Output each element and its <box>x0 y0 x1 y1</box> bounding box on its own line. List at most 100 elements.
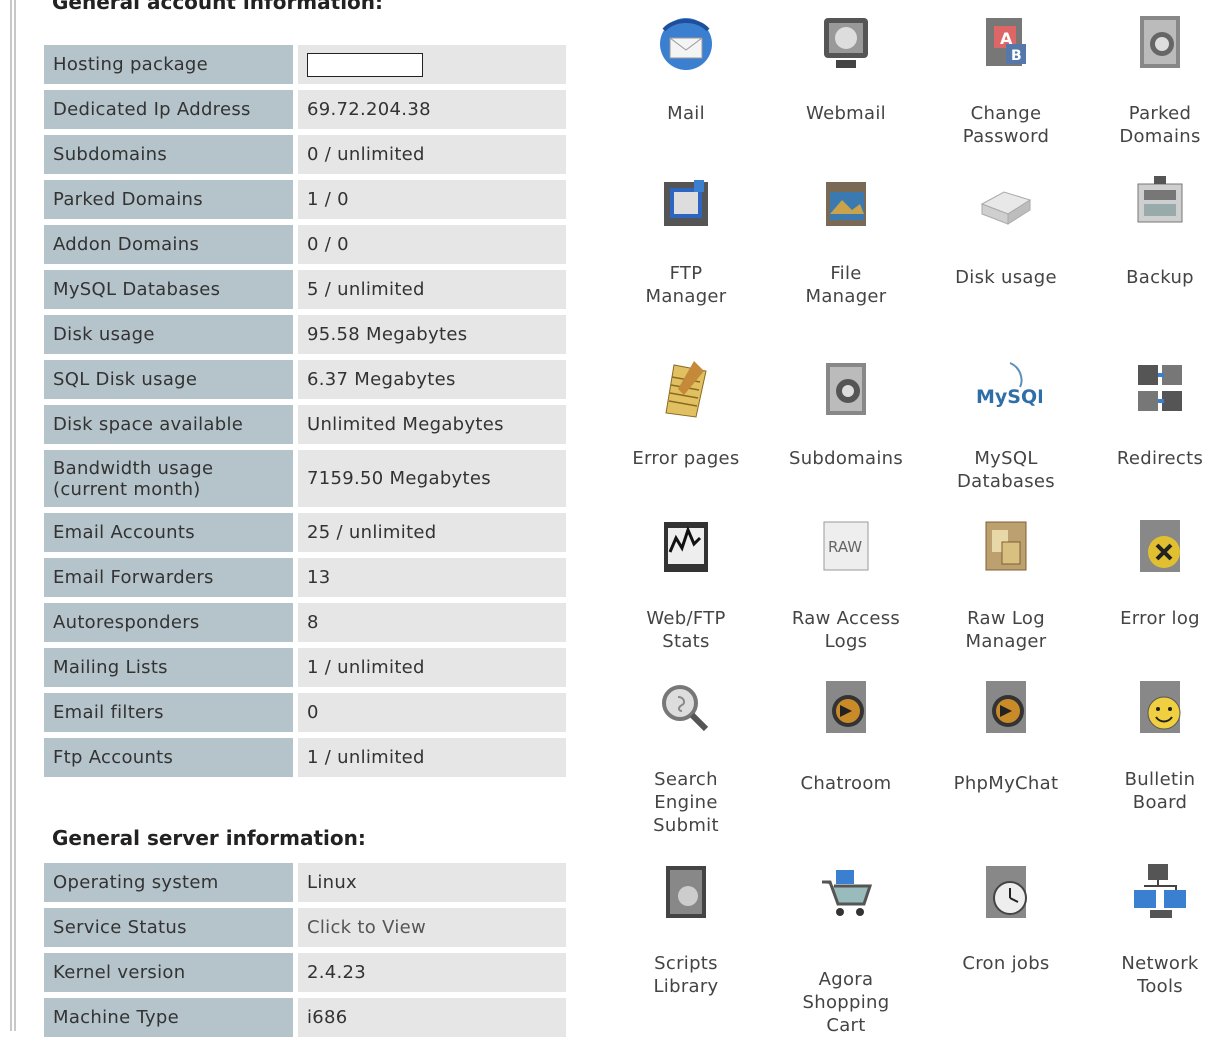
tool-tile[interactable]: Redirects <box>1080 355 1219 470</box>
tool-label-line: Tools <box>1137 976 1183 997</box>
tool-label[interactable]: Error pages <box>606 447 766 470</box>
tool-label[interactable]: Scripts Library <box>606 952 766 998</box>
mail-icon[interactable] <box>650 8 722 80</box>
tool-tile[interactable]: Parked Domains <box>1080 8 1219 148</box>
tool-label[interactable]: File Manager <box>766 262 926 308</box>
tool-label[interactable]: Backup <box>1080 266 1219 289</box>
info-label: Machine Type <box>44 998 293 1037</box>
tool-label[interactable]: Search Engine Submit <box>606 768 766 837</box>
tool-label[interactable]: Agora Shopping Cart <box>766 968 926 1037</box>
tool-label[interactable]: Redirects <box>1080 447 1219 470</box>
tool-label-line: Network <box>1121 953 1199 974</box>
info-value: i686 <box>298 998 566 1037</box>
tool-tile[interactable]: Agora Shopping Cart <box>766 858 926 1037</box>
tool-tile[interactable]: Cron jobs <box>926 858 1086 975</box>
server-info-row: Kernel version 2.4.23 <box>44 953 566 992</box>
tool-tile[interactable]: Webmail <box>766 8 926 125</box>
tool-tile[interactable]: Search Engine Submit <box>606 673 766 837</box>
search-icon[interactable] <box>650 673 722 745</box>
info-value: Linux <box>298 863 566 902</box>
chatroom-icon[interactable] <box>810 673 882 745</box>
tool-tile[interactable]: Raw Log Manager <box>926 512 1086 653</box>
tool-label-line: Redirects <box>1116 448 1204 469</box>
change-password-icon[interactable]: AB <box>970 8 1042 80</box>
tool-label-line: Error log <box>1120 608 1200 629</box>
tool-label[interactable]: Bulletin Board <box>1080 768 1219 814</box>
tool-label[interactable]: Mail <box>606 102 766 125</box>
redirects-icon[interactable] <box>1124 355 1196 427</box>
tool-label[interactable]: Cron jobs <box>926 952 1086 975</box>
mysql-icon[interactable]: MySQL <box>970 355 1049 427</box>
file-manager-icon[interactable] <box>810 170 882 242</box>
tool-label-line: Chatroom <box>800 773 892 794</box>
backup-icon[interactable] <box>1124 170 1196 242</box>
shopping-cart-icon[interactable] <box>810 858 882 930</box>
tool-label[interactable]: Raw Log Manager <box>926 607 1086 653</box>
tool-tile[interactable]: Error pages <box>606 355 766 470</box>
subdomains-icon[interactable] <box>810 355 882 427</box>
tool-label[interactable]: FTP Manager <box>606 262 766 308</box>
tool-tile[interactable]: FTP Manager <box>606 170 766 308</box>
ftp-manager-icon[interactable] <box>650 170 722 242</box>
tool-tile[interactable]: PhpMyChat <box>926 673 1086 795</box>
tool-tile[interactable]: Web/FTP Stats <box>606 512 766 653</box>
tool-tile[interactable]: Mail <box>606 8 766 125</box>
tool-label[interactable]: PhpMyChat <box>926 772 1086 795</box>
tool-label-line: Agora <box>818 969 874 990</box>
info-value: 0 / unlimited <box>298 135 566 174</box>
phpmychat-icon[interactable] <box>970 673 1042 745</box>
raw-log-manager-icon[interactable] <box>970 512 1042 584</box>
info-label: Email filters <box>44 693 293 732</box>
stats-icon[interactable] <box>650 512 722 584</box>
tool-label[interactable]: Error log <box>1080 607 1219 630</box>
tool-tile[interactable]: MySQL MySQL Databases <box>926 355 1086 493</box>
info-label: Email Accounts <box>44 513 293 552</box>
tool-label[interactable]: Web/FTP Stats <box>606 607 766 653</box>
error-log-icon[interactable] <box>1124 512 1196 584</box>
tool-label-line: Scripts <box>654 953 718 974</box>
tool-tile[interactable]: Scripts Library <box>606 858 766 998</box>
tool-tile[interactable]: Error log <box>1080 512 1219 630</box>
cron-jobs-icon[interactable] <box>970 858 1042 930</box>
tool-tile[interactable]: RAW Raw Access Logs <box>766 512 926 653</box>
tool-tile[interactable]: Subdomains <box>766 355 926 470</box>
tool-tile[interactable]: A B Change Password <box>926 8 1086 148</box>
tool-label[interactable]: Webmail <box>766 102 926 125</box>
tool-label[interactable]: Raw Access Logs <box>766 607 926 653</box>
svg-text:B: B <box>1011 48 1022 64</box>
tool-label-line: FTP <box>669 263 703 284</box>
raw-logs-icon[interactable]: RAW <box>810 512 882 584</box>
tool-tile[interactable]: Backup <box>1080 170 1219 289</box>
info-value: 25 / unlimited <box>298 513 566 552</box>
disk-usage-icon[interactable] <box>970 170 1042 242</box>
info-value: 2.4.23 <box>298 953 566 992</box>
tool-label[interactable]: Change Password <box>926 102 1086 148</box>
scripts-library-icon[interactable] <box>650 858 722 930</box>
tool-label[interactable]: MySQL Databases <box>926 447 1086 493</box>
parked-domains-icon[interactable] <box>1124 8 1196 80</box>
tool-label-line: Webmail <box>806 103 886 124</box>
tool-label[interactable]: Subdomains <box>766 447 926 470</box>
tool-label[interactable]: Network Tools <box>1080 952 1219 998</box>
bulletin-board-icon[interactable] <box>1124 673 1196 745</box>
tool-label[interactable]: Disk usage <box>926 266 1086 289</box>
tool-label[interactable]: Parked Domains <box>1080 102 1219 148</box>
error-pages-icon[interactable] <box>650 355 722 427</box>
service-status-link[interactable]: Click to View <box>298 908 566 947</box>
info-label: Dedicated Ip Address <box>44 90 293 129</box>
account-info-row: Disk usage 95.58 Megabytes <box>44 315 566 354</box>
tool-tile[interactable]: Bulletin Board <box>1080 673 1219 814</box>
webmail-icon[interactable] <box>810 8 882 80</box>
tool-tile[interactable]: Disk usage <box>926 170 1086 289</box>
tool-label[interactable]: Chatroom <box>766 772 926 795</box>
tool-label-line: Submit <box>653 815 719 836</box>
tool-label-line: Domains <box>1119 126 1201 147</box>
tool-tile[interactable]: Chatroom <box>766 673 926 795</box>
info-value: 6.37 Megabytes <box>298 360 566 399</box>
account-info-row: Autoresponders 8 <box>44 603 566 642</box>
tool-tile[interactable]: Network Tools <box>1080 858 1219 998</box>
tool-tile[interactable]: File Manager <box>766 170 926 308</box>
account-info-row: Bandwidth usage (current month) 7159.50 M… <box>44 450 566 507</box>
network-tools-icon[interactable] <box>1124 858 1196 930</box>
account-info-row: Subdomains 0 / unlimited <box>44 135 566 174</box>
